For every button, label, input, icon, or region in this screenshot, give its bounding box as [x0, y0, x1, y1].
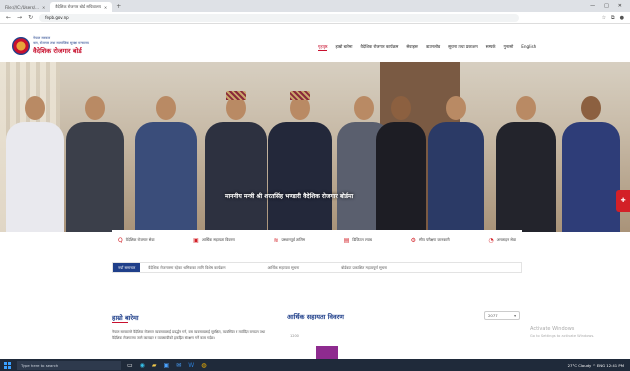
hero-caption: माननीय मन्त्री श्री शरतसिंह भण्डारी वैदे… [225, 193, 354, 200]
nav-item-contact[interactable]: सम्पर्क [486, 44, 496, 51]
nav-item-downloads[interactable]: डाउनलोड [426, 44, 440, 51]
quick-link-online-service[interactable]: ◔ अनलाइन सेवा [488, 237, 516, 244]
about-heading: हाम्रो बारेमा [112, 314, 139, 322]
quick-link-label: सीप परीक्षण जानकारी [419, 237, 450, 242]
nav-item-services[interactable]: सेवाहरू [406, 44, 418, 51]
person-figure [376, 96, 426, 232]
logo-title: वैदेशिक रोजगार बोर्ड [33, 47, 82, 55]
news-item[interactable]: वैदेशिक रोजगारमा रहेका श्रमिकका लागि विश… [148, 265, 225, 271]
quick-links-bar: Q वैदेशिक रोजगार सेवा ▣ आर्थिक सहायता वि… [112, 230, 522, 250]
maximize-icon[interactable]: □ [604, 0, 609, 12]
store-icon[interactable]: ▣ [164, 362, 170, 369]
quick-link-label: वैदेशिक रोजगार सेवा [125, 237, 155, 242]
window-controls: — □ ✕ [590, 0, 630, 12]
task-view-icon[interactable]: ▭ [127, 362, 133, 369]
emblem-icon [12, 36, 30, 55]
quick-link-skill-test[interactable]: ⚙ सीप परीक्षण जानकारी [411, 237, 450, 244]
toolbar-icons: ☆ ⧉ ● [602, 15, 624, 21]
close-window-icon[interactable]: ✕ [618, 0, 622, 12]
close-icon[interactable]: ✕ [104, 5, 107, 10]
quick-link-employment[interactable]: Q वैदेशिक रोजगार सेवा [118, 237, 154, 244]
news-item[interactable]: बोर्डबाट प्रकाशित महत्वपूर्ण सूचना [341, 265, 387, 271]
forward-icon[interactable]: → [17, 14, 22, 21]
quick-link-financial-aid[interactable]: ▣ आर्थिक सहायता विवरण [193, 237, 235, 244]
browser-tab-active[interactable]: वैदेशिक रोजगार बोर्ड सचिवालय ✕ [50, 2, 113, 12]
nav-item-grievance[interactable]: गुनासो [504, 44, 514, 51]
document-icon: ▣ [193, 236, 199, 244]
activation-watermark: Activate Windows [530, 326, 575, 332]
activation-watermark-sub: Go to Settings to activate Windows. [530, 334, 595, 338]
about-text: नेपाल सरकारले वैदेशिक रोजगार व्यवसायलाई … [112, 330, 266, 340]
person-figure [66, 96, 124, 232]
news-item[interactable]: आर्थिक सहायता सूचना [267, 265, 299, 271]
chevron-down-icon: ▾ [514, 313, 516, 318]
windows-taskbar: Type here to search ▭ ◉ ▰ ▣ ✉ W ◍ 27°C C… [0, 359, 630, 371]
quick-link-orientation[interactable]: ≋ प्रस्थानपूर्व तालिम [273, 237, 305, 244]
year-select[interactable]: 2077 ▾ [484, 311, 520, 320]
person-figure [205, 91, 267, 232]
mail-icon[interactable]: ✉ [176, 362, 181, 369]
person-figure [496, 96, 556, 232]
site-logo[interactable]: नेपाल सरकार श्रम, रोजगार तथा सामाजिक सुर… [12, 36, 89, 55]
browser-tab-bar: File:///C:/Users/... ✕ वैदेशिक रोजगार बो… [0, 0, 630, 12]
word-icon[interactable]: W [188, 362, 194, 369]
file-explorer-icon[interactable]: ▰ [152, 362, 157, 369]
main-nav: गृहपृष्ठ हाम्रो बारेमा वैदेशिक रोजगार का… [318, 44, 536, 51]
browser-toolbar: ← → ↻ fepb.gov.np ☆ ⧉ ● [0, 12, 630, 24]
system-tray[interactable]: 27°C Cloudy ^ ENG 12:41 PM [568, 363, 630, 368]
clock-icon: ◔ [488, 236, 494, 244]
person-figure [6, 96, 64, 232]
windows-start-icon[interactable] [4, 361, 11, 369]
lab-icon: ▤ [343, 236, 350, 244]
site-header [0, 24, 630, 62]
search-icon: Q [118, 236, 123, 244]
browser-tab[interactable]: File:///C:/Users/... ✕ [0, 2, 50, 12]
quick-link-label: अनलाइन सेवा [496, 237, 516, 242]
nav-item-language[interactable]: English [521, 44, 536, 51]
quick-link-label: आर्थिक सहायता विवरण [201, 237, 235, 242]
news-ticker: नयाँ समाचार वैदेशिक रोजगारमा रहेका श्रमि… [112, 262, 522, 273]
extensions-icon[interactable]: ⧉ [611, 15, 615, 21]
taskbar-search-input[interactable]: Type here to search [17, 360, 121, 370]
person-figure [268, 91, 332, 232]
gear-icon: ⚙ [410, 236, 417, 244]
taskbar-apps: ▭ ◉ ▰ ▣ ✉ W ◍ [127, 362, 206, 369]
training-icon: ≋ [273, 236, 279, 244]
quick-link-digital-lab[interactable]: ▤ डिजिटल ल्याब [344, 237, 372, 244]
nav-item-home[interactable]: गृहपृष्ठ [318, 44, 328, 51]
person-figure [562, 96, 620, 232]
news-badge: नयाँ समाचार [113, 263, 141, 272]
reload-icon[interactable]: ↻ [28, 14, 33, 21]
nav-item-publications[interactable]: सूचना तथा प्रकाशन [448, 44, 478, 51]
chart-bar [316, 346, 338, 360]
chrome-icon[interactable]: ◍ [201, 362, 206, 369]
person-figure [135, 96, 197, 232]
heading-underline [112, 322, 128, 323]
tab-label: File:///C:/Users/... [5, 4, 39, 10]
bookmark-star-icon[interactable]: ☆ [602, 15, 606, 21]
person-figure [428, 96, 484, 232]
address-bar[interactable]: fepb.gov.np [39, 13, 520, 22]
chart-axis-label: 1200 [290, 334, 299, 338]
hero-banner: माननीय मन्त्री श्री शरतसिंह भण्डारी वैदे… [0, 62, 630, 232]
close-icon[interactable]: ✕ [42, 5, 45, 10]
quick-link-label: डिजिटल ल्याब [352, 237, 372, 242]
year-select-value: 2077 [488, 313, 498, 318]
tab-label: वैदेशिक रोजगार बोर्ड सचिवालय [55, 4, 101, 9]
side-action-button[interactable]: ✚ [616, 190, 630, 212]
nav-item-about[interactable]: हाम्रो बारेमा [335, 44, 352, 51]
edge-icon[interactable]: ◉ [140, 362, 145, 369]
finance-heading: आर्थिक सहायता विवरण [287, 313, 344, 321]
profile-icon[interactable]: ● [620, 15, 624, 21]
new-tab-icon[interactable]: + [112, 2, 125, 12]
back-icon[interactable]: ← [6, 14, 11, 21]
nav-item-programs[interactable]: वैदेशिक रोजगार कार्यक्रम [360, 44, 398, 51]
minimize-icon[interactable]: — [590, 0, 595, 12]
quick-link-label: प्रस्थानपूर्व तालिम [281, 237, 306, 242]
